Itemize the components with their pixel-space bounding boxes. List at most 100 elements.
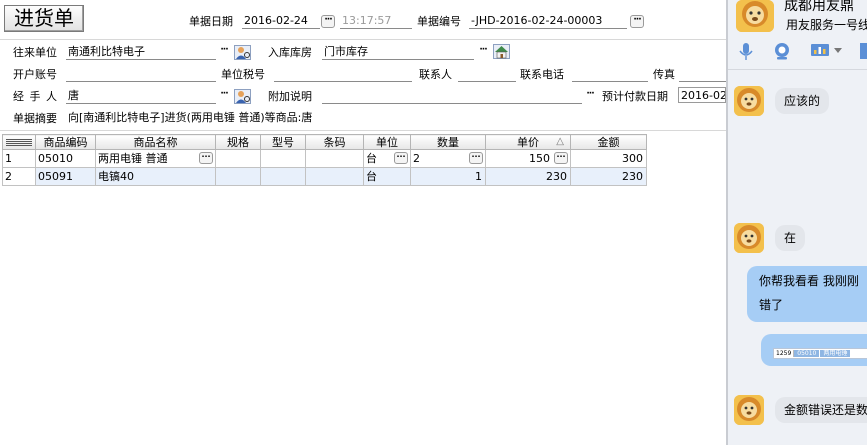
fax-field[interactable] xyxy=(679,66,726,82)
message-bubble: 在 xyxy=(775,225,806,251)
date-field[interactable]: 2016-02-24 xyxy=(242,13,320,29)
note-lookup-button[interactable]: ··· xyxy=(583,90,597,103)
account-field[interactable] xyxy=(66,66,216,82)
qty-lookup-button[interactable]: ··· xyxy=(469,152,483,164)
cell-spec[interactable] xyxy=(215,149,261,168)
docno-field[interactable]: -JHD-2016-02-24-00003 xyxy=(469,13,627,29)
warehouse-field[interactable]: 门市库存 xyxy=(322,44,474,60)
sort-ascending-icon: △ xyxy=(556,136,564,147)
table-row[interactable]: 2 05091 电镐40 台 1 230 230 xyxy=(2,167,647,186)
row-index: 1 xyxy=(2,149,36,168)
handler-person-icon[interactable] xyxy=(234,89,251,104)
table-row[interactable]: 1 05010 两用电锤 普通 ··· 台 ··· 2 ··· 150 ··· 300 xyxy=(2,149,647,168)
purchase-order-form: 进货单 单据日期 2016-02-24 ··· 13:17:57 单据编号 -J… xyxy=(0,0,726,445)
docno-lookup-button[interactable]: ··· xyxy=(630,15,644,28)
paydate-field[interactable]: 2016-02- xyxy=(678,87,726,103)
contact-avatar[interactable] xyxy=(736,0,774,32)
chat-contact-subtitle: 用友服务一号线 xyxy=(786,18,867,32)
cell-model[interactable] xyxy=(260,167,306,186)
sender-avatar[interactable] xyxy=(734,223,764,253)
date-picker-button[interactable]: ··· xyxy=(321,15,335,28)
cell-code[interactable]: 05010 xyxy=(35,149,96,168)
note-field[interactable] xyxy=(322,88,582,104)
col-header-price-text: 单价 xyxy=(517,135,539,149)
price-lookup-button[interactable]: ··· xyxy=(554,152,568,164)
col-header-code[interactable]: 商品编码 xyxy=(35,134,96,150)
chevron-down-icon[interactable] xyxy=(832,43,844,57)
warehouse-lookup-button[interactable]: ··· xyxy=(476,46,490,59)
screenshot-thumbnail[interactable]: 1259 05010 两用电锤 xyxy=(773,348,867,359)
divider xyxy=(0,130,726,131)
lion-avatar-icon xyxy=(734,223,764,253)
col-header-model[interactable]: 型号 xyxy=(260,134,306,150)
thumb-text: 05010 xyxy=(794,350,820,357)
note-label: 附加说明 xyxy=(268,90,312,103)
cell-model[interactable] xyxy=(260,149,306,168)
message-bubble: 应该的 xyxy=(775,88,830,114)
partner-lookup-button[interactable]: ··· xyxy=(217,46,231,59)
name-lookup-button[interactable]: ··· xyxy=(199,152,213,164)
contact-field[interactable] xyxy=(458,66,516,82)
cell-amount[interactable]: 300 xyxy=(570,149,647,168)
cell-unit[interactable]: 台 ··· xyxy=(363,149,411,168)
chat-panel: 成都用友鼎 用友服务一号线 应该的 在 你帮我看看 我刚刚 错了 1259 05… xyxy=(726,0,867,445)
handler-field[interactable]: 唐 xyxy=(66,88,216,104)
cell-qty[interactable]: 2 ··· xyxy=(410,149,486,168)
cell-barcode[interactable] xyxy=(305,149,364,168)
summary-field[interactable]: 向[南通利比特电子]进货(两用电锤 普通)等商品:唐 xyxy=(66,110,726,126)
phone-field[interactable] xyxy=(572,66,648,82)
phone-label: 联系电话 xyxy=(520,68,564,81)
lion-avatar-icon xyxy=(734,395,764,425)
sender-avatar[interactable] xyxy=(734,86,764,116)
col-header-barcode[interactable]: 条码 xyxy=(305,134,364,150)
cell-unit[interactable]: 台 xyxy=(363,167,411,186)
row-index: 2 xyxy=(2,167,36,186)
unit-lookup-button[interactable]: ··· xyxy=(394,152,408,164)
taxno-label: 单位税号 xyxy=(221,68,265,81)
sender-avatar[interactable] xyxy=(734,395,764,425)
cell-name[interactable]: 两用电锤 普通 ··· xyxy=(95,149,216,168)
col-header-spec[interactable]: 规格 xyxy=(215,134,261,150)
cell-price-text: 150 xyxy=(529,151,550,165)
cell-name[interactable]: 电镐40 xyxy=(95,167,216,186)
microphone-icon[interactable] xyxy=(736,41,756,61)
more-tools-icon[interactable] xyxy=(860,43,867,59)
handler-label: 经 手 人 xyxy=(13,90,58,103)
lion-avatar-icon xyxy=(736,0,774,32)
lion-avatar-icon xyxy=(734,86,764,116)
items-grid: 商品编码 商品名称 规格 型号 条码 单位 数量 单价 △ 金额 1 05010… xyxy=(2,134,647,186)
message-line: 你帮我看看 我刚刚 xyxy=(759,274,859,288)
cell-name-text: 两用电锤 普通 xyxy=(98,151,168,165)
video-camera-icon[interactable] xyxy=(772,41,792,61)
warehouse-house-icon[interactable] xyxy=(493,44,510,59)
partner-person-icon[interactable] xyxy=(234,45,251,60)
col-header-amount[interactable]: 金额 xyxy=(570,134,647,150)
col-header-price[interactable]: 单价 △ xyxy=(485,134,571,150)
cell-price[interactable]: 230 xyxy=(485,167,571,186)
thumb-text: 1259 xyxy=(774,350,795,357)
message-line: 错了 xyxy=(759,298,784,312)
form-title-button[interactable]: 进货单 xyxy=(4,5,84,32)
cell-price[interactable]: 150 ··· xyxy=(485,149,571,168)
time-field[interactable]: 13:17:57 xyxy=(340,13,412,29)
cell-spec[interactable] xyxy=(215,167,261,186)
handler-lookup-button[interactable]: ··· xyxy=(217,90,231,103)
row-grip-header[interactable] xyxy=(2,134,36,150)
thumb-text: 两用电锤 xyxy=(819,350,851,357)
docno-label: 单据编号 xyxy=(417,15,461,28)
grid-header-row: 商品编码 商品名称 规格 型号 条码 单位 数量 单价 △ 金额 xyxy=(2,134,647,150)
cell-unit-text: 台 xyxy=(366,151,377,165)
cell-code[interactable]: 05091 xyxy=(35,167,96,186)
col-header-qty[interactable]: 数量 xyxy=(410,134,486,150)
my-image-message[interactable]: 1259 05010 两用电锤 xyxy=(761,334,867,366)
col-header-name[interactable]: 商品名称 xyxy=(95,134,216,150)
fax-label: 传真 xyxy=(653,68,675,81)
col-header-unit[interactable]: 单位 xyxy=(363,134,411,150)
cell-barcode[interactable] xyxy=(305,167,364,186)
cell-qty[interactable]: 1 xyxy=(410,167,486,186)
cell-amount[interactable]: 230 xyxy=(570,167,647,186)
partner-label: 往来单位 xyxy=(13,46,57,59)
partner-field[interactable]: 南通利比特电子 xyxy=(66,44,216,60)
screen-share-icon[interactable] xyxy=(810,41,830,61)
taxno-field[interactable] xyxy=(274,66,412,82)
